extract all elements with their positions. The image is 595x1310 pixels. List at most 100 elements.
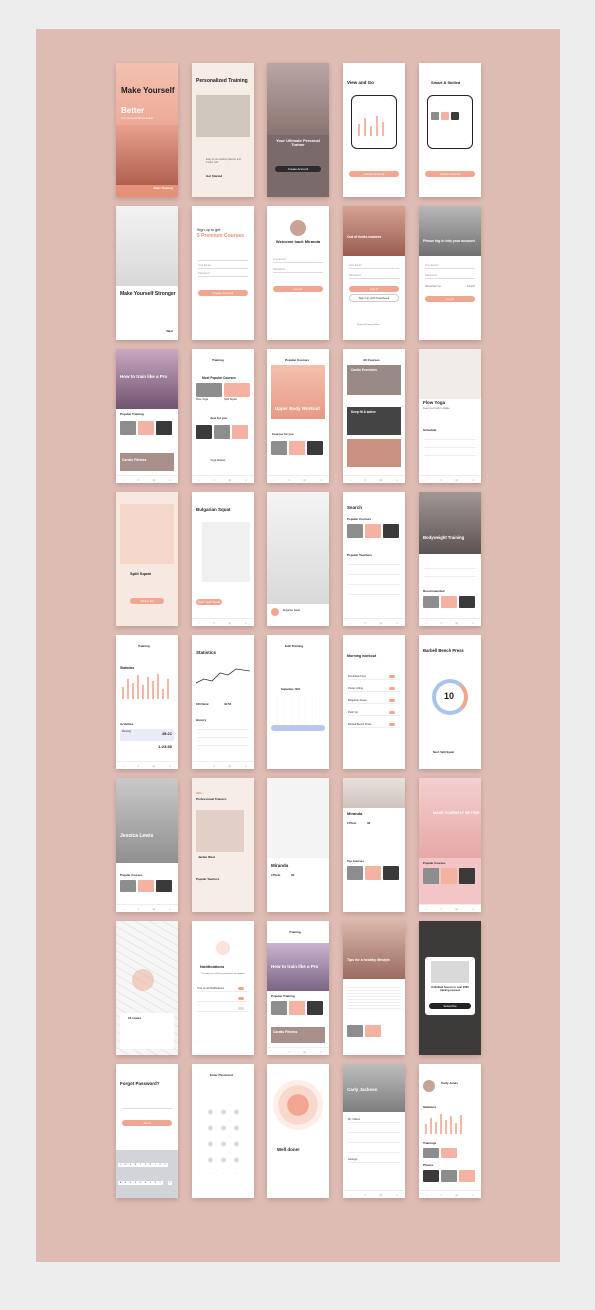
home-icon[interactable]: ⌂: [199, 478, 201, 482]
chart-icon[interactable]: ▤: [455, 907, 458, 911]
teacher-row[interactable]: [348, 590, 400, 595]
add-to-list-button[interactable]: Add to list: [130, 598, 164, 604]
menu-item[interactable]: [348, 1128, 400, 1133]
chart-icon[interactable]: ▤: [228, 478, 231, 482]
list-icon[interactable]: ≡: [138, 907, 140, 911]
home-icon[interactable]: ⌂: [199, 764, 201, 768]
trainer-card[interactable]: [196, 810, 244, 852]
schedule-row[interactable]: [424, 451, 476, 456]
create-account-button[interactable]: Create Account: [349, 171, 399, 177]
log-in-button[interactable]: Log In: [349, 286, 399, 292]
course-split-squat[interactable]: Split Squat: [224, 398, 237, 401]
name-field[interactable]: [198, 256, 248, 261]
chart-icon[interactable]: ▤: [228, 764, 231, 768]
next-button[interactable]: Next: Split Squat: [196, 599, 222, 605]
teacher-row[interactable]: [348, 570, 400, 575]
course-yoga-master[interactable]: Yoga Master: [210, 458, 226, 462]
history-row[interactable]: [197, 733, 249, 738]
user-icon[interactable]: ☺: [244, 478, 247, 482]
chart-icon[interactable]: ▤: [303, 1050, 306, 1054]
home-icon[interactable]: ⌂: [123, 478, 125, 482]
list-icon[interactable]: ≡: [214, 764, 216, 768]
user-icon[interactable]: ☺: [319, 478, 322, 482]
user-icon[interactable]: ☺: [168, 478, 171, 482]
home-icon[interactable]: ⌂: [199, 621, 201, 625]
home-icon[interactable]: ⌂: [123, 907, 125, 911]
get-started-link[interactable]: Get Started: [206, 174, 222, 179]
toggle[interactable]: [389, 687, 395, 690]
password-field[interactable]: Password: [273, 268, 323, 273]
toggle[interactable]: [389, 675, 395, 678]
list-icon[interactable]: ≡: [289, 1050, 291, 1054]
history-row[interactable]: [197, 725, 249, 730]
home-icon[interactable]: ⌂: [274, 1050, 276, 1054]
list-icon[interactable]: ≡: [214, 478, 216, 482]
chart-icon[interactable]: ▤: [455, 621, 458, 625]
list-icon[interactable]: ≡: [441, 621, 443, 625]
history-row[interactable]: [197, 741, 249, 746]
list-icon[interactable]: ≡: [441, 478, 443, 482]
teacher-row[interactable]: [348, 580, 400, 585]
chart-icon[interactable]: ▤: [228, 621, 231, 625]
list-icon[interactable]: ≡: [365, 621, 367, 625]
course-flow-yoga[interactable]: Flow Yoga: [196, 398, 208, 401]
home-icon[interactable]: ⌂: [426, 907, 428, 911]
home-icon[interactable]: ⌂: [426, 1193, 428, 1197]
subscribe-button[interactable]: Subscribe: [429, 1003, 471, 1009]
home-icon[interactable]: ⌂: [426, 621, 428, 625]
create-account-button[interactable]: Create Account: [275, 166, 321, 172]
password-field[interactable]: Password: [198, 272, 248, 277]
log-in-button[interactable]: Log In: [273, 286, 323, 292]
schedule-row[interactable]: [424, 443, 476, 448]
toggle[interactable]: [238, 1007, 244, 1010]
chart-icon[interactable]: ▤: [303, 478, 306, 482]
create-account-button[interactable]: Create Account: [425, 171, 475, 177]
teacher-row[interactable]: [197, 884, 249, 889]
list-icon[interactable]: ≡: [214, 621, 216, 625]
user-icon[interactable]: ☺: [168, 764, 171, 768]
chart-icon[interactable]: ▤: [379, 621, 382, 625]
email-field[interactable]: [122, 1104, 172, 1109]
log-in-button[interactable]: Log In: [425, 296, 475, 302]
next-link[interactable]: Next: [166, 330, 173, 334]
user-icon[interactable]: ☺: [244, 764, 247, 768]
home-icon[interactable]: ⌂: [426, 478, 428, 482]
user-icon[interactable]: ☺: [471, 621, 474, 625]
schedule-row[interactable]: [424, 435, 476, 440]
menu-item[interactable]: [348, 1138, 400, 1143]
list-icon[interactable]: ≡: [441, 1193, 443, 1197]
chart-icon[interactable]: ▤: [455, 1193, 458, 1197]
chart-icon[interactable]: ▤: [455, 478, 458, 482]
email-field[interactable]: Your Email: [198, 264, 248, 269]
email-field[interactable]: Your Email: [425, 264, 475, 269]
chart-icon[interactable]: ▤: [152, 764, 155, 768]
user-icon[interactable]: ☺: [319, 1050, 322, 1054]
chart-icon[interactable]: ▤: [152, 478, 155, 482]
user-icon[interactable]: ☺: [471, 1193, 474, 1197]
menu-item[interactable]: My Videos: [348, 1118, 400, 1123]
keyboard[interactable]: QWERTYUIOP ASDFGHJKL ZXCVBNM: [116, 1150, 178, 1198]
list-icon[interactable]: ≡: [289, 478, 291, 482]
password-field[interactable]: Password: [425, 274, 475, 279]
play-icon[interactable]: [271, 608, 279, 616]
teacher-row[interactable]: [197, 892, 249, 897]
remember-me[interactable]: Remember me: [425, 285, 441, 289]
list-icon[interactable]: ≡: [365, 478, 367, 482]
workout-video[interactable]: [267, 492, 329, 604]
terms-link[interactable]: Terms & Privacy Policy: [357, 324, 379, 327]
user-icon[interactable]: ☺: [168, 907, 171, 911]
email-field[interactable]: Your Email: [349, 264, 399, 269]
home-icon[interactable]: ⌂: [123, 764, 125, 768]
toggle[interactable]: [238, 987, 244, 990]
user-icon[interactable]: ☺: [471, 478, 474, 482]
toggle[interactable]: [389, 711, 395, 714]
menu-item[interactable]: [348, 1148, 400, 1153]
user-icon[interactable]: ☺: [244, 621, 247, 625]
toggle[interactable]: [389, 723, 395, 726]
home-icon[interactable]: ⌂: [350, 478, 352, 482]
selected-range[interactable]: [271, 725, 325, 731]
send-button[interactable]: Send: [122, 1120, 172, 1126]
list-icon[interactable]: ≡: [365, 1193, 367, 1197]
password-field[interactable]: Password: [349, 274, 399, 279]
menu-item[interactable]: Settings: [348, 1158, 400, 1163]
